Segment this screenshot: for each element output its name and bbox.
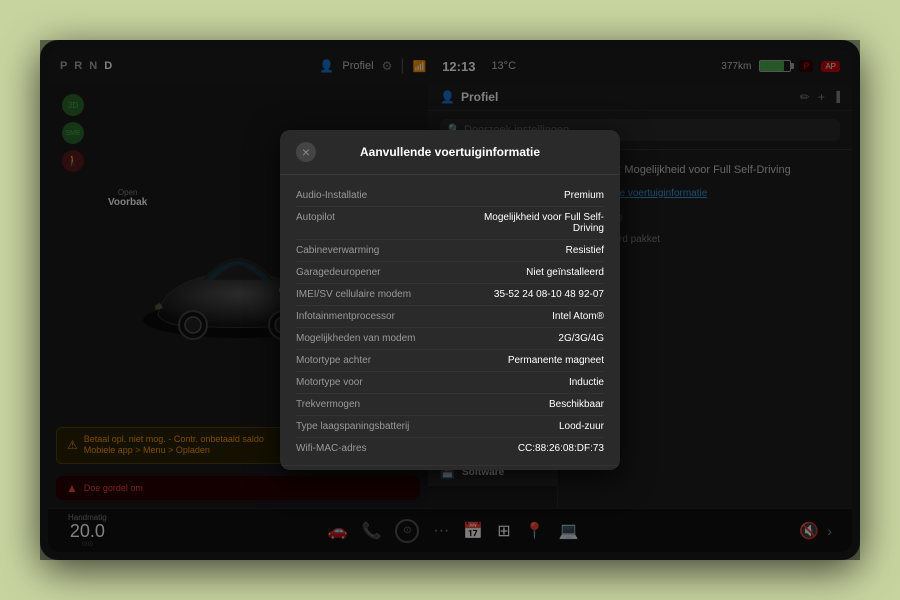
modal-label-autopilot: Autopilot xyxy=(296,212,454,223)
modal-row-wifi: Wifi-MAC-adres CC:88:26:08:DF:73 xyxy=(296,438,604,459)
screen-outer: P R N D 👤 Profiel ⚙ | 📶 12:13 13°C 377km xyxy=(40,40,860,560)
modal-label-modem: Mogelijkheden van modem xyxy=(296,333,454,344)
modal-row-modem: Mogelijkheden van modem 2G/3G/4G xyxy=(296,328,604,350)
modal-label-imei: IMEI/SV cellulaire modem xyxy=(296,289,454,300)
modal-label-wifi: Wifi-MAC-adres xyxy=(296,443,454,454)
modal-value-audio: Premium xyxy=(454,190,604,201)
modal-footer: Computer: Mogelijkheid voor Full Self-Dr… xyxy=(280,465,620,470)
modal-value-wifi: CC:88:26:08:DF:73 xyxy=(454,443,604,454)
modal-label-motor-achter: Motortype achter xyxy=(296,355,454,366)
modal-value-autopilot: Mogelijkheid voor Full Self-Driving xyxy=(454,212,604,234)
modal-value-modem: 2G/3G/4G xyxy=(454,333,604,344)
modal-close-button[interactable]: × xyxy=(296,142,316,162)
modal-row-infotainment: Infotainmentprocessor Intel Atom® xyxy=(296,306,604,328)
modal-row-batterij: Type laagspaningsbatterij Lood-zuur xyxy=(296,416,604,438)
modal-row-imei: IMEI/SV cellulaire modem 35-52 24 08-10 … xyxy=(296,284,604,306)
modal-label-cabine: Cabineverwarming xyxy=(296,245,454,256)
modal-row-audio: Audio-Installatie Premium xyxy=(296,185,604,207)
modal-value-garage: Niet geïnstalleerd xyxy=(454,267,604,278)
modal-row-cabine: Cabineverwarming Resistief xyxy=(296,240,604,262)
modal-value-motor-achter: Permanente magneet xyxy=(454,355,604,366)
modal-overlay[interactable]: × Aanvullende voertuiginformatie Audio-I… xyxy=(48,48,852,552)
modal-row-trekvermogen: Trekvermogen Beschikbaar xyxy=(296,394,604,416)
modal-value-batterij: Lood-zuur xyxy=(454,421,604,432)
modal-value-trekvermogen: Beschikbaar xyxy=(454,399,604,410)
modal-value-cabine: Resistief xyxy=(454,245,604,256)
modal-label-audio: Audio-Installatie xyxy=(296,190,454,201)
modal-value-infotainment: Intel Atom® xyxy=(454,311,604,322)
modal-value-motor-voor: Inductie xyxy=(454,377,604,388)
modal-label-batterij: Type laagspaningsbatterij xyxy=(296,421,454,432)
modal-value-imei: 35-52 24 08-10 48 92-07 xyxy=(454,289,604,300)
modal-aanvullende: × Aanvullende voertuiginformatie Audio-I… xyxy=(280,130,620,470)
screen-inner: P R N D 👤 Profiel ⚙ | 📶 12:13 13°C 377km xyxy=(48,48,852,552)
modal-label-trekvermogen: Trekvermogen xyxy=(296,399,454,410)
modal-row-autopilot: Autopilot Mogelijkheid voor Full Self-Dr… xyxy=(296,207,604,240)
modal-row-motor-voor: Motortype voor Inductie xyxy=(296,372,604,394)
modal-header: × Aanvullende voertuiginformatie xyxy=(280,130,620,175)
modal-row-garage: Garagedeuropener Niet geïnstalleerd xyxy=(296,262,604,284)
modal-row-motor-achter: Motortype achter Permanente magneet xyxy=(296,350,604,372)
modal-title: Aanvullende voertuiginformatie xyxy=(360,145,540,159)
modal-label-infotainment: Infotainmentprocessor xyxy=(296,311,454,322)
modal-label-motor-voor: Motortype voor xyxy=(296,377,454,388)
modal-body: Audio-Installatie Premium Autopilot Moge… xyxy=(280,175,620,465)
modal-label-garage: Garagedeuropener xyxy=(296,267,454,278)
